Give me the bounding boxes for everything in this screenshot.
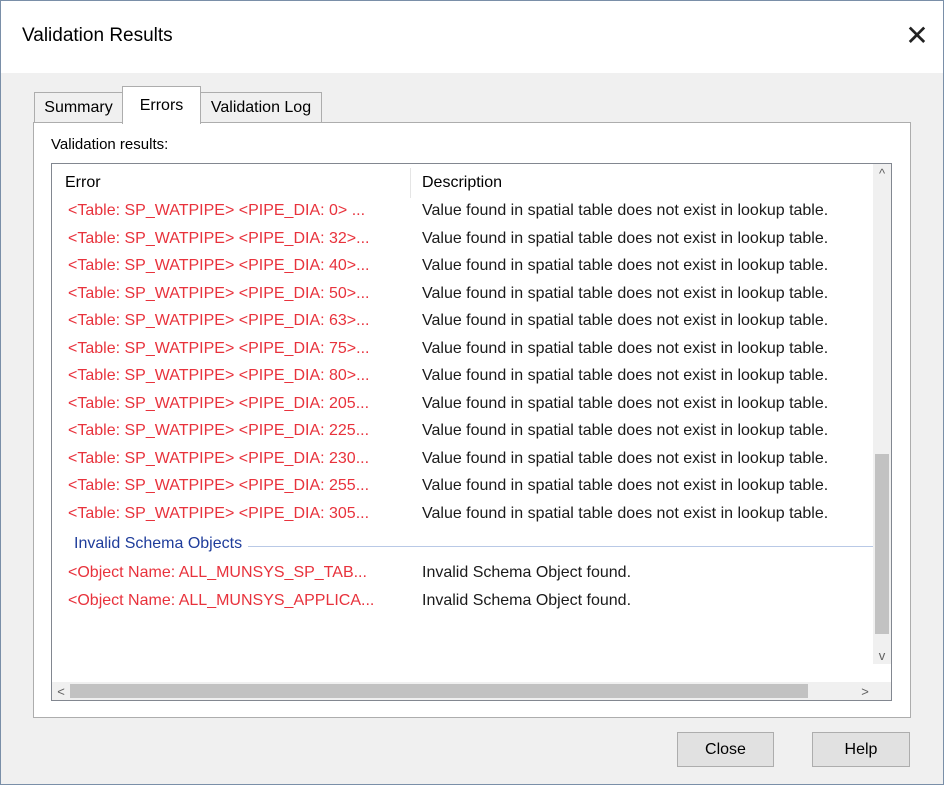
scroll-down-icon[interactable]: v <box>873 646 891 664</box>
vertical-scroll-thumb[interactable] <box>875 454 889 634</box>
table-row[interactable]: <Table: SP_WATPIPE> <PIPE_DIA: 0> ... Va… <box>52 199 874 227</box>
description-cell: Invalid Schema Object found. <box>422 591 632 609</box>
error-cell: <Table: SP_WATPIPE> <PIPE_DIA: 230... <box>68 449 370 467</box>
error-cell: <Table: SP_WATPIPE> <PIPE_DIA: 225... <box>68 422 370 439</box>
table-row[interactable]: <Object Name: ALL_MUNSYS_SP_TAB... Inval… <box>52 561 874 589</box>
tab-errors[interactable]: Errors <box>122 86 201 124</box>
table-row[interactable]: <Table: SP_WATPIPE> <PIPE_DIA: 205... Va… <box>52 392 874 420</box>
table-row[interactable]: <Object Name: ALL_MUNSYS_APPLICA... Inva… <box>52 589 874 617</box>
description-cell: Value found in spatial table does not ex… <box>422 312 829 329</box>
error-cell: <Table: SP_WATPIPE> <PIPE_DIA: 80>... <box>68 367 370 384</box>
vertical-scrollbar[interactable]: ^ v <box>873 164 891 664</box>
table-row[interactable]: <Table: SP_WATPIPE> <PIPE_DIA: 305... Va… <box>52 502 874 530</box>
error-cell: <Table: SP_WATPIPE> <PIPE_DIA: 50>... <box>68 284 370 302</box>
title-bar: Validation Results ✕ <box>1 1 943 73</box>
description-cell: Value found in spatial table does not ex… <box>422 367 829 384</box>
window-title: Validation Results <box>22 25 173 46</box>
error-cell: <Table: SP_WATPIPE> <PIPE_DIA: 63>... <box>68 312 370 329</box>
column-header-error[interactable]: Error <box>65 164 101 199</box>
description-cell: Value found in spatial table does not ex… <box>422 394 829 412</box>
description-cell: Value found in spatial table does not ex… <box>422 477 829 494</box>
table-row[interactable]: <Table: SP_WATPIPE> <PIPE_DIA: 40>... Va… <box>52 254 874 282</box>
errors-tab-panel: Validation results: Error Description <T… <box>33 122 911 718</box>
errors-list[interactable]: Error Description <Table: SP_WATPIPE> <P… <box>51 163 892 701</box>
error-cell: <Object Name: ALL_MUNSYS_APPLICA... <box>68 591 375 609</box>
scroll-left-icon[interactable]: < <box>52 682 70 700</box>
error-cell: <Table: SP_WATPIPE> <PIPE_DIA: 75>... <box>68 339 370 357</box>
table-row[interactable]: <Table: SP_WATPIPE> <PIPE_DIA: 50>... Va… <box>52 282 874 310</box>
help-button[interactable]: Help <box>812 732 910 767</box>
scroll-up-icon[interactable]: ^ <box>873 164 891 182</box>
close-icon[interactable]: ✕ <box>897 15 937 55</box>
group-header-invalid-schema-objects[interactable]: Invalid Schema Objects <box>52 529 874 561</box>
tab-summary[interactable]: Summary <box>34 92 123 122</box>
description-cell: Value found in spatial table does not ex… <box>422 229 829 247</box>
tab-validation-log[interactable]: Validation Log <box>200 92 322 122</box>
description-cell: Value found in spatial table does not ex… <box>422 422 829 439</box>
table-row[interactable]: <Table: SP_WATPIPE> <PIPE_DIA: 75>... Va… <box>52 337 874 365</box>
error-cell: <Table: SP_WATPIPE> <PIPE_DIA: 205... <box>68 394 370 412</box>
horizontal-scrollbar[interactable]: < > <box>52 682 874 700</box>
validation-results-dialog: Validation Results ✕ Summary Errors Vali… <box>0 0 944 785</box>
list-header: Error Description <box>52 164 874 199</box>
description-cell: Value found in spatial table does not ex… <box>422 202 829 219</box>
error-cell: <Table: SP_WATPIPE> <PIPE_DIA: 0> ... <box>68 202 366 219</box>
table-row[interactable]: <Table: SP_WATPIPE> <PIPE_DIA: 255... Va… <box>52 474 874 502</box>
horizontal-scroll-thumb[interactable] <box>70 684 808 698</box>
scrollbar-corner <box>873 682 891 700</box>
error-cell: <Table: SP_WATPIPE> <PIPE_DIA: 40>... <box>68 257 370 274</box>
error-cell: <Object Name: ALL_MUNSYS_SP_TAB... <box>68 564 367 581</box>
error-cell: <Table: SP_WATPIPE> <PIPE_DIA: 255... <box>68 477 370 494</box>
table-row[interactable]: <Table: SP_WATPIPE> <PIPE_DIA: 80>... Va… <box>52 364 874 392</box>
table-row[interactable]: <Table: SP_WATPIPE> <PIPE_DIA: 230... Va… <box>52 447 874 475</box>
validation-results-label: Validation results: <box>51 136 169 153</box>
close-button[interactable]: Close <box>677 732 774 767</box>
description-cell: Value found in spatial table does not ex… <box>422 504 829 522</box>
column-separator[interactable] <box>410 168 411 198</box>
table-row[interactable]: <Table: SP_WATPIPE> <PIPE_DIA: 63>... Va… <box>52 309 874 337</box>
error-cell: <Table: SP_WATPIPE> <PIPE_DIA: 305... <box>68 504 370 522</box>
group-title: Invalid Schema Objects <box>74 535 249 553</box>
table-row[interactable]: <Table: SP_WATPIPE> <PIPE_DIA: 32>... Va… <box>52 227 874 255</box>
table-row[interactable]: <Table: SP_WATPIPE> <PIPE_DIA: 225... Va… <box>52 419 874 447</box>
description-cell: Value found in spatial table does not ex… <box>422 257 829 274</box>
description-cell: Invalid Schema Object found. <box>422 564 632 581</box>
description-cell: Value found in spatial table does not ex… <box>422 449 829 467</box>
description-cell: Value found in spatial table does not ex… <box>422 284 829 302</box>
error-cell: <Table: SP_WATPIPE> <PIPE_DIA: 32>... <box>68 229 370 247</box>
column-header-description[interactable]: Description <box>422 164 502 199</box>
scroll-right-icon[interactable]: > <box>856 682 874 700</box>
list-rows: <Table: SP_WATPIPE> <PIPE_DIA: 0> ... Va… <box>52 199 874 616</box>
description-cell: Value found in spatial table does not ex… <box>422 339 829 357</box>
